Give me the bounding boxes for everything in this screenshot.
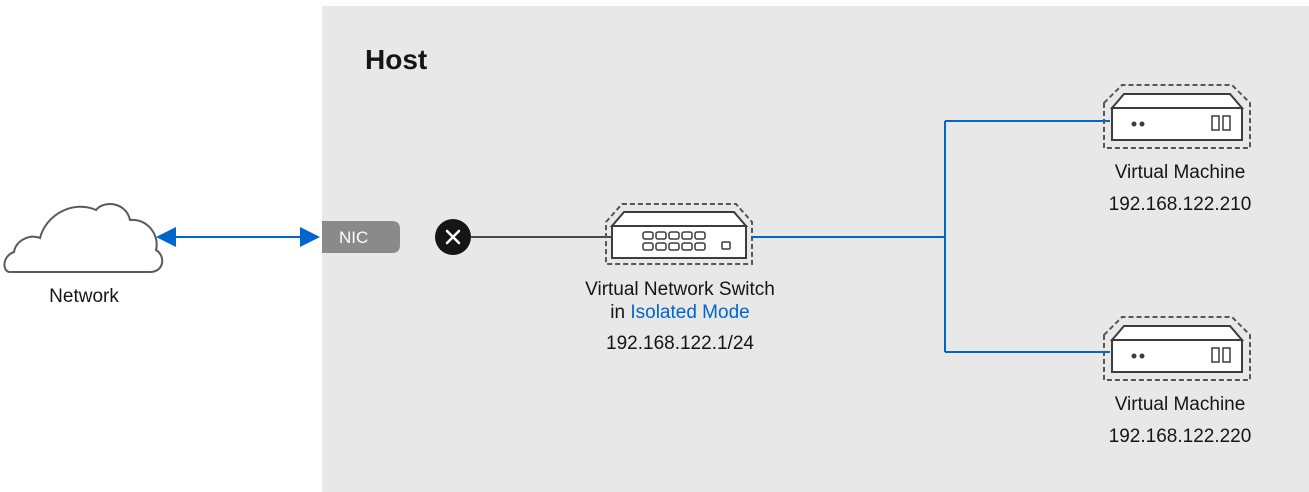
server-icon: [1103, 316, 1251, 381]
switch-icon: [605, 203, 753, 265]
switch-mode-prefix: in: [610, 302, 631, 323]
network-label: Network: [49, 286, 119, 307]
server-icon: [1103, 84, 1251, 149]
isolated-mode-text: Isolated Mode: [630, 302, 750, 323]
cloud-icon: [3, 203, 164, 273]
vm-ip: 192.168.122.220: [1108, 426, 1252, 447]
nic-label: NIC: [339, 228, 368, 247]
switch-ip-label: 192.168.122.1/24: [606, 333, 754, 354]
vm-label: Virtual Machine: [1114, 394, 1246, 415]
switch-name-label: Virtual Network Switch: [585, 279, 775, 300]
vm-label: Virtual Machine: [1114, 162, 1246, 183]
vm-ip: 192.168.122.210: [1108, 194, 1252, 215]
switch-mode-label: in Isolated Mode: [549, 302, 811, 324]
diagram-canvas: NIC: [3, 84, 1251, 381]
